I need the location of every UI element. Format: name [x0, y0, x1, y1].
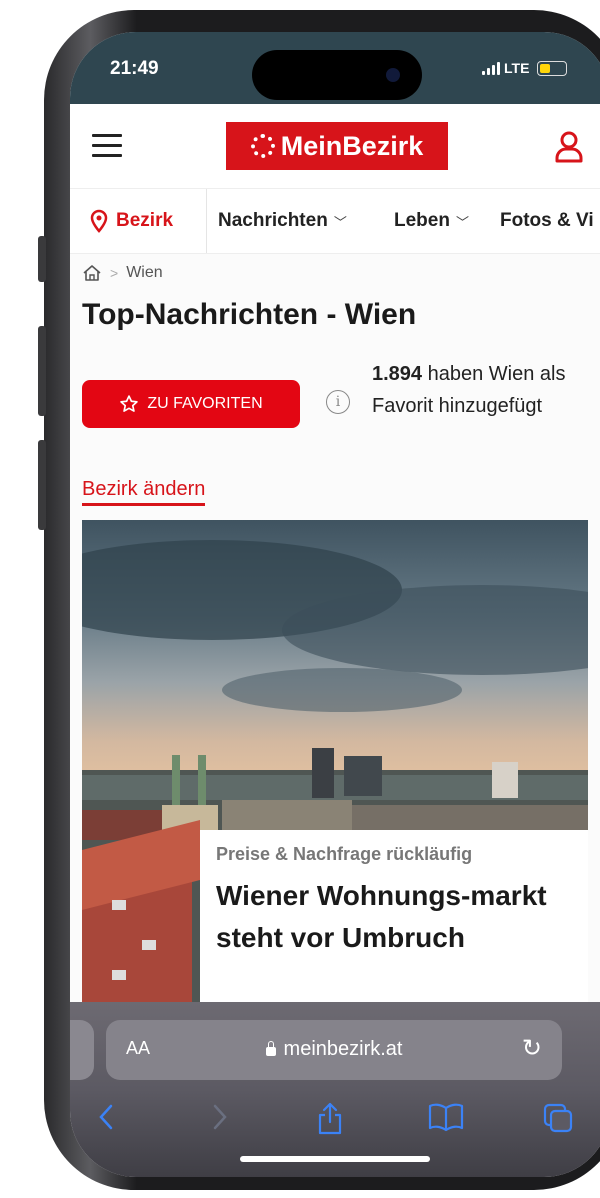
- mute-switch: [38, 236, 46, 282]
- nav-item-label: Nachrichten: [218, 210, 328, 231]
- browser-toolbar: AA meinbezirk.at ↻: [70, 1002, 600, 1177]
- back-icon[interactable]: [96, 1102, 116, 1132]
- share-icon[interactable]: [316, 1102, 344, 1136]
- info-icon[interactable]: i: [326, 390, 350, 414]
- location-pin-icon: [90, 209, 108, 233]
- nav-bezirk[interactable]: Bezirk: [90, 189, 173, 253]
- favorite-count-text: 1.894 haben Wien als Favorit hinzugefügt: [372, 358, 592, 422]
- add-favorite-label: ZU FAVORITEN: [147, 395, 263, 412]
- user-icon[interactable]: [554, 130, 584, 164]
- previous-tab-preview[interactable]: [70, 1020, 94, 1080]
- logo-text: MeinBezirk: [280, 130, 424, 161]
- address-bar[interactable]: AA meinbezirk.at ↻: [106, 1020, 562, 1080]
- lock-icon: [265, 1041, 276, 1056]
- chevron-right-icon: >: [110, 265, 119, 281]
- main-nav: Bezirk Nachrichten ﹀ Leben ﹀ Fotos & Vi: [70, 188, 600, 254]
- home-indicator[interactable]: [240, 1156, 430, 1162]
- home-icon[interactable]: [82, 264, 102, 282]
- logo-flower-icon: [250, 134, 275, 158]
- add-favorite-button[interactable]: ZU FAVORITEN: [82, 380, 300, 428]
- clock: 21:49: [110, 58, 159, 79]
- star-icon: [120, 395, 139, 412]
- nav-item-nachrichten[interactable]: Nachrichten ﹀: [218, 189, 347, 253]
- dynamic-island: [252, 50, 422, 100]
- forward-icon[interactable]: [210, 1102, 230, 1132]
- breadcrumb: > Wien: [82, 264, 163, 282]
- volume-up-button: [38, 326, 46, 416]
- navigation-toolbar: [70, 1102, 600, 1142]
- page-title: Top-Nachrichten - Wien: [82, 298, 417, 331]
- favorite-count: 1.894: [372, 363, 423, 385]
- status-bar: 21:49 LTE: [70, 32, 600, 104]
- nav-item-label: Leben: [394, 210, 450, 231]
- url-display[interactable]: meinbezirk.at: [106, 1038, 562, 1061]
- nav-divider: [206, 189, 207, 253]
- change-district-link[interactable]: Bezirk ändern: [82, 478, 206, 506]
- battery-icon: [537, 60, 568, 76]
- network-status: LTE: [482, 60, 568, 76]
- nav-item-fotos[interactable]: Fotos & Vi: [500, 189, 594, 253]
- article-teaser[interactable]: Preise & Nachfrage rückläufig Wiener Woh…: [82, 520, 588, 1010]
- phone-screen: 21:49 LTE MeinBezirk Bezirk Nachrichten …: [70, 32, 600, 1177]
- nav-bezirk-label: Bezirk: [116, 210, 174, 231]
- tabs-icon[interactable]: [542, 1102, 574, 1134]
- breadcrumb-current[interactable]: Wien: [126, 264, 162, 282]
- article-headline[interactable]: Wiener Wohnungs-markt steht vor Umbruch: [216, 875, 584, 959]
- reload-icon[interactable]: ↻: [522, 1034, 542, 1063]
- nav-item-label: Fotos & Vi: [500, 210, 594, 231]
- chevron-down-icon: ﹀: [455, 214, 469, 230]
- hamburger-icon[interactable]: [92, 134, 122, 164]
- network-type: LTE: [504, 60, 530, 76]
- volume-down-button: [38, 440, 46, 530]
- nav-item-leben[interactable]: Leben ﹀: [394, 189, 469, 253]
- signal-icon: [482, 61, 500, 75]
- url-text: meinbezirk.at: [283, 1038, 403, 1060]
- chevron-down-icon: ﹀: [333, 214, 347, 230]
- article-kicker: Preise & Nachfrage rückläufig: [216, 844, 473, 864]
- bookmarks-icon[interactable]: [428, 1102, 464, 1132]
- site-logo[interactable]: MeinBezirk: [226, 122, 448, 170]
- article-card[interactable]: Preise & Nachfrage rückläufig Wiener Woh…: [200, 830, 588, 1010]
- site-header: MeinBezirk: [70, 104, 600, 188]
